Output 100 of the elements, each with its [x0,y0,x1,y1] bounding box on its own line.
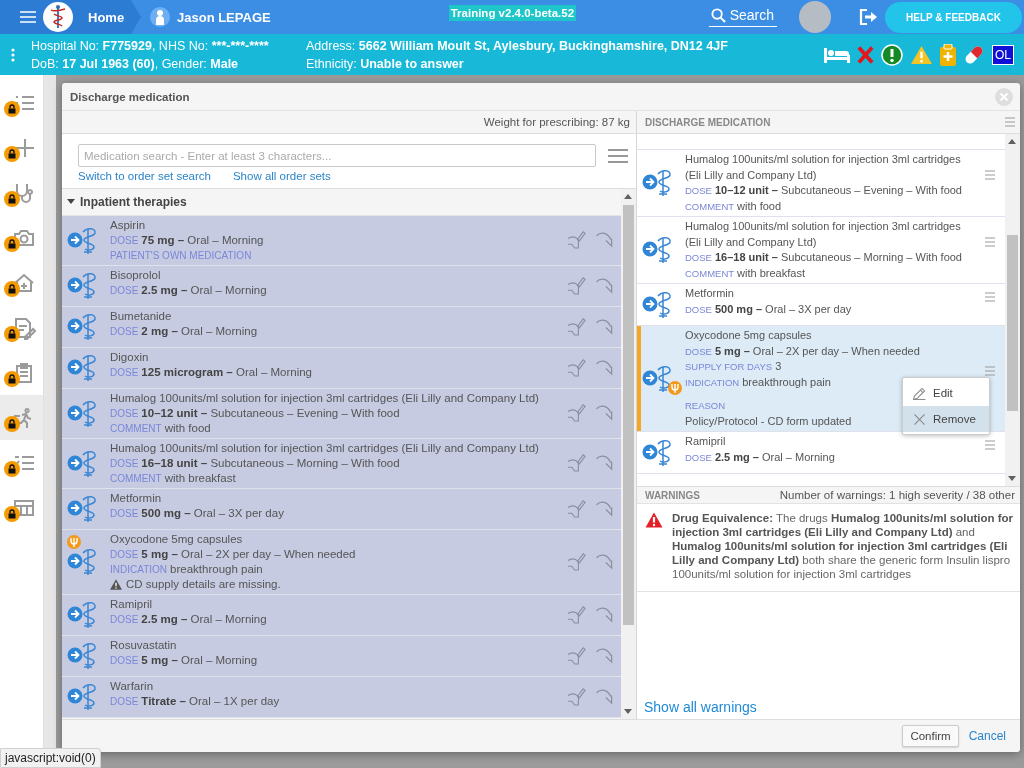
detail-text: COMMENT with food [110,421,211,436]
hand-pen-icon[interactable] [567,453,586,472]
avatar-photo-placeholder[interactable] [799,1,831,33]
dose-text: DOSE 2.5 mg – Oral – Morning [685,449,835,465]
medication-row[interactable]: Aspirin DOSE 75 mg – Oral – Morning PATIENT'S OWN MEDICATION [62,216,621,266]
medication-name: Bumetanide [110,309,172,324]
show-warnings-link[interactable]: Show all warnings [644,699,757,715]
search-field[interactable]: Medication search - Enter at least 3 characters... [78,144,597,167]
medication-name: Rosuvastatin [110,638,177,653]
hand-pen-icon[interactable] [567,403,586,422]
alert-text: CD supply details are missing. [126,577,281,592]
confirm-button[interactable]: Confirm [902,725,959,747]
scrollbar[interactable] [621,189,636,719]
hand-pen-icon[interactable] [567,604,586,624]
weight-label: Weight for prescribing: 87 kg [483,116,630,128]
menu-item[interactable]: Edit [903,380,989,406]
text-link[interactable]: Show all order sets [232,170,331,182]
curved-arrow-icon[interactable] [595,276,615,294]
curved-arrow-icon[interactable] [595,646,615,664]
medication-row[interactable]: Humalog 100units/ml solution for injection 3ml cartridges (Eli Lilly and Company Ltd) DOSE 10–12 unit – Subcutaneous – Evening – With food COMMENT with food [62,389,621,439]
menu-icon[interactable] [985,291,995,302]
curved-arrow-icon[interactable] [595,317,615,335]
sidebar-item[interactable] [0,395,43,440]
medication-row[interactable]: Bumetanide DOSE 2 mg – Oral – Morning [62,307,621,348]
detail-text: COMMENT with breakfast [685,265,805,281]
medication-name: Oxycodone 5mg capsules [685,328,812,343]
hand-pen-icon[interactable] [567,230,586,249]
medication-name: Ramipril [110,597,153,612]
warning-icon[interactable] [910,44,933,65]
medication-row[interactable]: Warfarin DOSE Titrate – Oral – 1X per day [62,677,621,718]
menu-icon[interactable] [985,365,995,376]
curved-arrow-icon[interactable] [595,231,615,248]
curved-arrow-icon[interactable] [595,499,615,517]
menu-icon[interactable] [608,148,628,163]
medication-row[interactable]: Metformin DOSE 500 mg – Oral – 3X per day [62,489,621,530]
medication-row[interactable]: Bisoprolol DOSE 2.5 mg – Oral – Morning [62,266,621,307]
curved-arrow-icon[interactable] [595,358,615,376]
medication-name: Metformin [110,491,162,506]
curved-arrow-icon[interactable] [595,552,615,570]
hand-pen-icon[interactable] [567,686,586,706]
detail-text: Policy/Protocol - CD form updated [685,413,852,429]
status-url-tooltip: javascript:void(0) [0,748,101,768]
dose-text: DOSE 5 mg – Oral – 2X per day – When needed [110,547,356,562]
curved-arrow-icon[interactable] [595,404,615,421]
dose-text: DOSE 10–12 unit – Subcutaneous – Evening – With food [685,183,962,198]
medication-name: Digoxin [110,350,149,365]
dose-text: DOSE 2 mg – Oral – Morning [110,324,258,339]
hand-pen-icon[interactable] [567,316,586,336]
medication-name: Humalog 100units/ml solution for injection 3ml cartridges (Eli Lilly and Company Ltd) [110,441,539,456]
curved-arrow-icon[interactable] [595,687,615,705]
logout-icon[interactable] [859,8,879,26]
detail-text: INDICATION breakthrough pain [110,562,263,577]
bed-icon[interactable] [824,46,850,63]
medication-row[interactable]: Digoxin DOSE 125 microgram – Oral – Morning [62,348,621,389]
dose-text: DOSE 5 mg – Oral – Morning [110,653,258,668]
medication-name: Humalog 100units/ml solution for injection 3ml cartridges (Eli Lilly and Company Ltd) [685,219,962,250]
menu-icon[interactable] [985,237,995,247]
medication-row[interactable]: Humalog 100units/ml solution for injection 3ml cartridges (Eli Lilly and Company Ltd) DOSE 10–12 unit – Subcutaneous – Evening – With food COMMENT with food [637,149,1005,217]
menu-icon[interactable] [985,439,995,450]
menu-icon[interactable] [985,170,995,180]
dose-text: DOSE 2.5 mg – Oral – Morning [110,612,267,627]
patient-detail: Address: 5662 William Moult St, Aylesbury, Buckinghamshire, DN12 4JF [306,37,728,55]
curved-arrow-icon[interactable] [595,454,615,471]
home-link[interactable]: Home [88,9,125,25]
dose-text: DOSE 125 microgram – Oral – Morning [110,365,313,380]
medication-name: Aspirin [110,218,146,233]
hand-pen-icon[interactable] [567,498,586,518]
version-label: Training v2.4.0-beta.52 [448,5,577,21]
warnings-count: Number of warnings: 1 high severity / 38 other [779,489,1015,501]
medication-row[interactable]: Humalog 100units/ml solution for injection 3ml cartridges (Eli Lilly and Company Ltd) DOSE 16–18 unit – Subcutaneous – Morning – With food COMMENT with breakfast [62,439,621,489]
hand-pen-icon[interactable] [567,275,586,295]
medication-row[interactable]: Oxycodone 5mg capsules DOSE 5 mg – Oral – 2X per day – When needed INDICATION breakthrough pain CD supply details are missing. [62,530,621,595]
person-icon[interactable] [150,7,170,27]
x-mark-icon[interactable] [857,44,874,65]
scrollbar[interactable] [1005,134,1020,486]
patient-name: Jason LEPAGE [177,9,271,25]
clipboard-plus-icon[interactable] [940,43,956,66]
dialog-title: Discharge medication [70,90,190,103]
status-badge[interactable]: OL [992,44,1014,65]
medication-row[interactable]: Ramipril DOSE 2.5 mg – Oral – Morning [62,595,621,636]
medication-tag: PATIENT'S OWN MEDICATION [110,248,252,263]
more-icon[interactable] [11,47,15,62]
exclamation-icon[interactable] [881,43,903,66]
hand-pen-icon[interactable] [567,645,586,665]
search-button[interactable]: Search [708,7,777,27]
panel-title: DISCHARGE MEDICATION [645,116,771,128]
menu-icon[interactable] [1005,117,1015,127]
patient-detail: Hospital No: F775929, NHS No: ***-***-**** [31,37,270,55]
menu-item[interactable]: Remove [903,406,989,432]
curved-arrow-icon[interactable] [595,605,615,623]
text-link[interactable]: Switch to order set search [78,170,211,182]
close-icon[interactable] [995,87,1013,106]
patient-detail: Ethnicity: Unable to answer [306,55,465,73]
dose-text: DOSE 5 mg – Oral – 2X per day – When needed [685,343,920,359]
caduceus-logo-icon[interactable] [43,2,73,32]
hand-pen-icon[interactable] [567,357,586,377]
hand-pen-icon[interactable] [567,551,586,571]
medication-row[interactable]: Rosuvastatin DOSE 5 mg – Oral – Morning [62,636,621,677]
dose-text: DOSE 10–12 unit – Subcutaneous – Evening – With food [110,406,400,421]
cancel-link[interactable]: Cancel [968,729,1006,743]
